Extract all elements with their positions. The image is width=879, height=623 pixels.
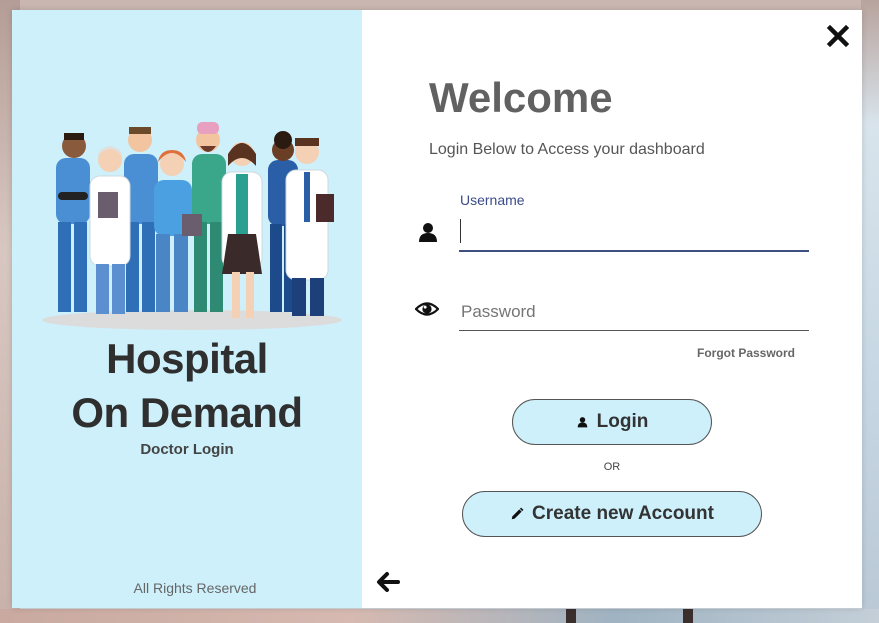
create-account-label: Create new Account (532, 503, 714, 524)
background-bottom (0, 609, 879, 623)
brand-subtitle: Doctor Login (140, 441, 234, 458)
login-tagline: Login Below to Access your dashboard (429, 141, 705, 158)
brand-title: Hospital On Demand (12, 332, 362, 440)
footer-rights: All Rights Reserved (133, 580, 257, 596)
close-button[interactable] (826, 24, 850, 48)
background-right (861, 0, 879, 623)
text-caret (460, 219, 461, 243)
forgot-password-link[interactable]: Forgot Password (697, 346, 795, 360)
or-separator: OR (603, 461, 621, 473)
back-button[interactable] (374, 570, 402, 594)
medical-team-illustration (42, 122, 342, 330)
background-post (566, 609, 576, 623)
brand-title-line1: Hospital (106, 335, 268, 382)
user-icon (419, 223, 437, 242)
password-input[interactable] (459, 294, 809, 331)
background-post (683, 609, 693, 623)
pencil-icon (511, 507, 524, 520)
username-input[interactable] (459, 216, 809, 252)
create-account-button[interactable]: Create new Account (462, 491, 762, 537)
login-button-label: Login (596, 411, 649, 432)
user-icon (577, 417, 588, 428)
welcome-heading: Welcome (429, 74, 613, 121)
arrow-left-icon (377, 572, 400, 592)
brand-panel: Hospital On Demand Doctor Login (12, 10, 362, 608)
eye-icon[interactable] (415, 297, 439, 321)
close-icon (826, 24, 850, 48)
login-modal: Hospital On Demand Doctor Login All Righ… (12, 10, 862, 608)
brand-title-line2: On Demand (71, 389, 303, 436)
login-button[interactable]: Login (512, 399, 712, 445)
username-label: Username (460, 192, 525, 208)
